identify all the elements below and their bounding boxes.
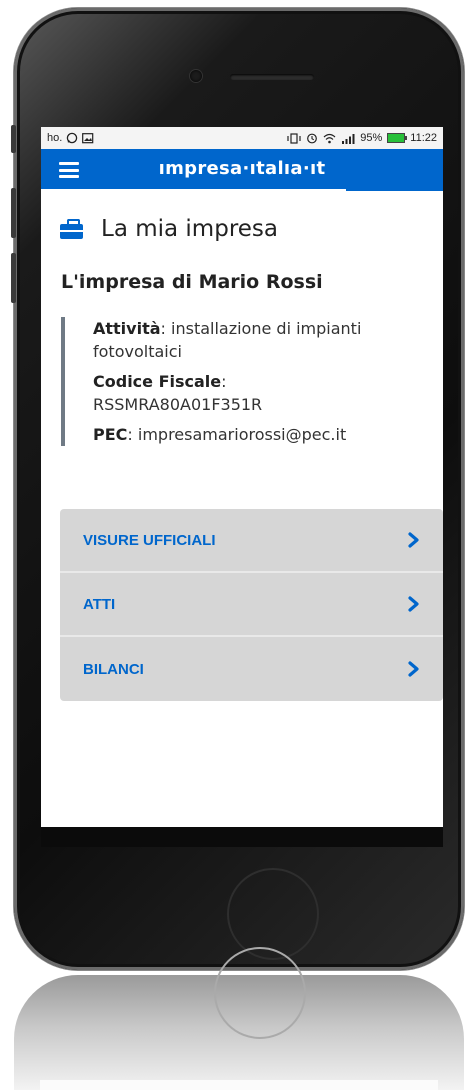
menu-item-label: BILANCI bbox=[83, 660, 144, 678]
menu-item-label: ATTI bbox=[83, 595, 116, 613]
home-button[interactable] bbox=[227, 868, 319, 960]
detail-attivita: Attività: installazione di impianti foto… bbox=[93, 319, 362, 361]
mute-switch bbox=[11, 125, 16, 153]
menu-item-visure-ufficiali[interactable]: VISURE UFFICIALI bbox=[60, 509, 443, 573]
app-header: ımpresa·ıtalıa·ıt bbox=[41, 149, 443, 191]
menu-item-label: VISURE UFFICIALI bbox=[83, 531, 216, 549]
front-camera-icon bbox=[190, 70, 202, 82]
document-menu: VISURE UFFICIALI ATTI BILANCI bbox=[60, 509, 443, 701]
menu-item-atti[interactable]: ATTI bbox=[60, 573, 443, 637]
clock: 11:22 bbox=[410, 132, 437, 144]
wifi-icon bbox=[323, 133, 336, 143]
chevron-right-icon bbox=[408, 596, 419, 612]
chevron-right-icon bbox=[408, 661, 419, 677]
detail-value: RSSMRA80A01F351R bbox=[93, 395, 263, 414]
detail-pec: PEC: impresamariorossi@pec.it bbox=[93, 425, 347, 444]
app-screen: ho. 95% 11:22 ımpresa·ıtalıa·ıt La mia i… bbox=[41, 127, 443, 827]
company-name: L'impresa di Mario Rossi bbox=[61, 271, 323, 293]
home-button-reflection bbox=[214, 947, 306, 1039]
vibrate-icon bbox=[287, 132, 301, 144]
detail-label: PEC bbox=[93, 425, 128, 444]
briefcase-icon bbox=[60, 219, 83, 239]
whatsapp-icon bbox=[67, 132, 78, 144]
detail-label: Attività bbox=[93, 319, 161, 338]
menu-item-bilanci[interactable]: BILANCI bbox=[60, 637, 443, 701]
detail-label: Codice Fiscale bbox=[93, 372, 222, 391]
detail-value: impresamariorossi@pec.it bbox=[137, 425, 347, 444]
alarm-icon bbox=[307, 133, 318, 144]
status-bar: ho. 95% 11:22 bbox=[41, 127, 443, 149]
earpiece-speaker bbox=[230, 74, 314, 80]
brand-logo[interactable]: ımpresa·ıtalıa·ıt bbox=[41, 158, 443, 179]
signal-icon bbox=[342, 133, 355, 144]
phone-reflection bbox=[14, 947, 464, 1090]
detail-codice-fiscale: Codice Fiscale: RSSMRA80A01F351R bbox=[93, 372, 263, 414]
battery-percent: 95% bbox=[360, 132, 383, 144]
page-title-row: La mia impresa bbox=[60, 213, 443, 245]
company-details: Attività: installazione di impianti foto… bbox=[61, 317, 443, 446]
volume-up-button bbox=[11, 188, 16, 238]
volume-down-button bbox=[11, 253, 16, 303]
screen-bottom-bezel bbox=[41, 827, 443, 847]
photo-notification-icon bbox=[82, 132, 94, 143]
screen-reflection bbox=[40, 1080, 438, 1090]
page-title: La mia impresa bbox=[101, 216, 278, 242]
carrier-text: ho. bbox=[47, 132, 63, 144]
chevron-right-icon bbox=[408, 532, 419, 548]
battery-icon bbox=[387, 133, 408, 143]
